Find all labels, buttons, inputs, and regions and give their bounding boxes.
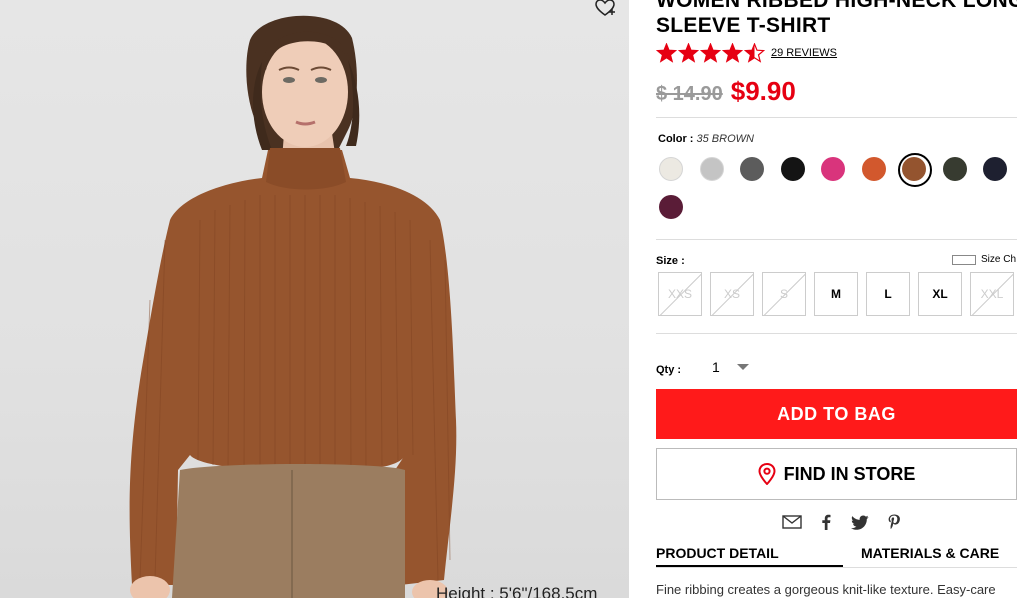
color-swatch-wine[interactable] (659, 195, 683, 219)
size-label: Size : (656, 255, 685, 267)
model-illustration (129, 15, 457, 598)
product-image: Height : 5'6"/168.5cm (0, 0, 629, 598)
product-info-panel: WOMEN RIBBED HIGH-NECK LONG SLEEVE T-SHI… (656, 0, 1017, 598)
color-swatch-olive[interactable] (942, 157, 967, 181)
divider (656, 333, 1017, 334)
color-swatch-black[interactable] (780, 157, 805, 181)
color-swatch-dark-gray[interactable] (740, 157, 764, 181)
quantity-value: 1 (712, 359, 720, 375)
color-swatch-brown[interactable] (898, 153, 932, 187)
size-option-xxl[interactable]: XXL (970, 272, 1014, 316)
divider (656, 117, 1017, 118)
twitter-icon[interactable] (850, 513, 870, 531)
sale-price: $9.90 (730, 76, 796, 106)
color-swatch-pink[interactable] (821, 157, 845, 181)
star-icon (656, 43, 677, 63)
size-chart-label: Size Ch (981, 254, 1017, 265)
find-in-store-label: FIND IN STORE (783, 463, 916, 484)
size-option-xs[interactable]: XS (710, 272, 754, 316)
tabs-divider (656, 567, 1017, 568)
chevron-down-icon (737, 364, 749, 370)
size-option-xl[interactable]: XL (918, 272, 962, 316)
product-title: WOMEN RIBBED HIGH-NECK LONG SLEEVE T-SHI… (656, 0, 1017, 38)
price-row: $ 14.90 $9.90 (656, 76, 796, 107)
star-icon (700, 43, 721, 63)
star-rating (656, 43, 765, 63)
selected-color-name: 35 BROWN (696, 133, 754, 145)
size-option-m[interactable]: M (814, 272, 858, 316)
rating-row: 29 REVIEWS (656, 43, 837, 63)
add-to-wishlist-icon[interactable] (594, 0, 616, 19)
size-option-l[interactable]: L (866, 272, 910, 316)
color-swatch-orange[interactable] (861, 157, 886, 181)
share-icons (782, 513, 904, 531)
tab-materials-care[interactable]: MATERIALS & CARE (861, 545, 999, 561)
tab-product-detail[interactable]: PRODUCT DETAIL (656, 545, 843, 568)
star-icon (722, 43, 743, 63)
color-swatch-off-white[interactable] (659, 157, 683, 181)
facebook-icon[interactable] (816, 513, 836, 531)
quantity-label: Qty : (656, 364, 682, 376)
ruler-icon (952, 254, 976, 265)
color-swatch-light-gray[interactable] (699, 157, 724, 181)
quantity-select[interactable]: 1 (702, 355, 762, 379)
location-pin-icon (758, 463, 776, 485)
product-tabs: PRODUCT DETAIL MATERIALS & CARE (656, 545, 1017, 568)
pinterest-icon[interactable] (884, 513, 904, 531)
product-title-line2: SLEEVE T-SHIRT (656, 14, 831, 37)
color-label-text: Color : (658, 133, 694, 145)
product-description: Fine ribbing creates a gorgeous knit-lik… (656, 582, 996, 597)
find-in-store-button[interactable]: FIND IN STORE (656, 448, 1017, 500)
original-price: $ 14.90 (656, 83, 723, 105)
model-height-caption: Height : 5'6"/168.5cm (436, 584, 598, 598)
divider (656, 239, 1017, 240)
size-option-xxs[interactable]: XXS (658, 272, 702, 316)
size-option-s[interactable]: S (762, 272, 806, 316)
add-to-bag-button[interactable]: ADD TO BAG (656, 389, 1017, 439)
color-swatch-navy[interactable] (983, 157, 1007, 181)
mail-icon[interactable] (782, 513, 802, 531)
color-label: Color : 35 BROWN (658, 133, 754, 145)
star-icon (678, 43, 699, 63)
product-title-line1: WOMEN RIBBED HIGH-NECK LONG (656, 0, 1017, 12)
star-icon (744, 43, 765, 63)
reviews-link[interactable]: 29 REVIEWS (771, 47, 837, 59)
size-chart-link[interactable]: Size Ch (952, 254, 1016, 265)
